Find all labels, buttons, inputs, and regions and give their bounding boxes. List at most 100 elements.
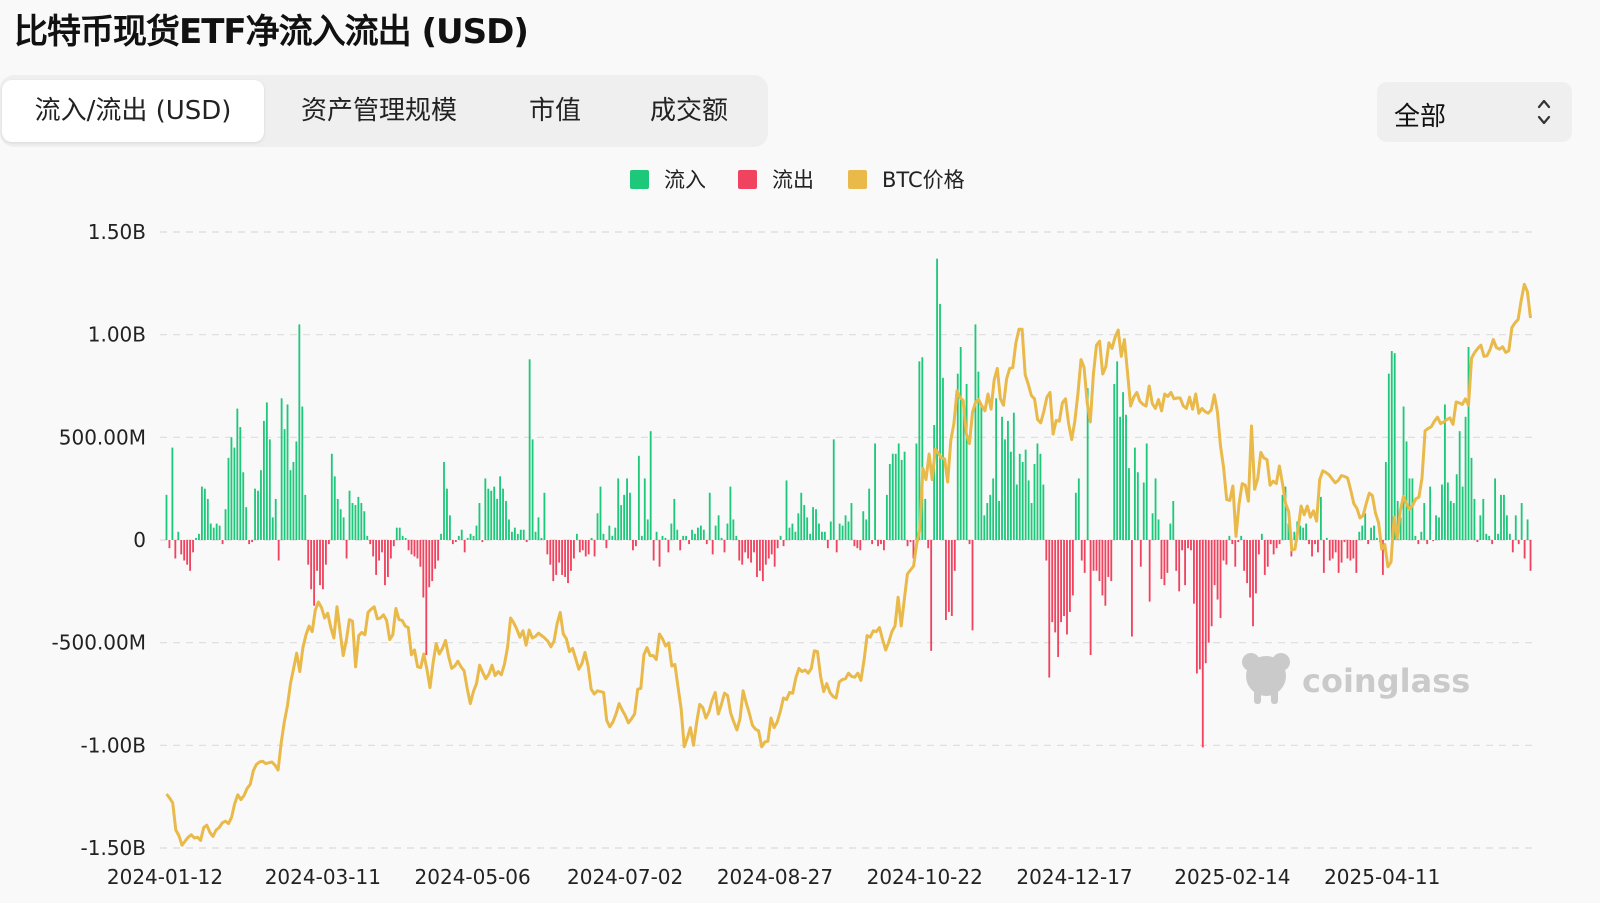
y-tick-label: -500.00M	[52, 631, 146, 655]
inflow-bar	[271, 517, 274, 540]
outflow-bar	[416, 540, 419, 559]
outflow-bar	[1160, 540, 1163, 580]
outflow-bar	[1249, 540, 1251, 598]
inflow-bar	[1485, 533, 1488, 540]
inflow-bar	[939, 303, 941, 540]
outflow-bar	[1198, 540, 1201, 670]
inflow-bar	[1151, 513, 1154, 540]
outflow-bar	[558, 540, 561, 563]
inflow-bar	[844, 515, 847, 540]
legend-item[interactable]: BTC价格	[848, 168, 965, 192]
outflow-bar	[1511, 540, 1514, 553]
inflow-bar	[516, 533, 519, 540]
outflow-bar	[578, 540, 581, 553]
outflow-bar	[764, 540, 767, 565]
outflow-bar	[419, 540, 422, 567]
inflow-bar	[575, 533, 578, 540]
inflow-bar	[1488, 535, 1491, 540]
inflow-bar	[868, 488, 871, 540]
legend-label: BTC价格	[882, 168, 965, 192]
inflow-bar	[1012, 412, 1015, 540]
x-tick-label: 2024-07-02	[567, 865, 683, 889]
outflow-bar	[425, 540, 428, 655]
inflow-bar	[685, 535, 688, 540]
inflow-bar	[800, 492, 803, 540]
inflow-bar	[620, 505, 623, 540]
outflow-bar	[1243, 540, 1246, 571]
inflow-bar	[274, 498, 277, 540]
inflow-bar	[268, 439, 271, 540]
outflow-bar	[744, 540, 747, 553]
inflow-bar	[360, 503, 363, 540]
inflow-bar	[735, 535, 738, 540]
inflow-bar	[354, 505, 357, 540]
y-tick-label: -1.00B	[81, 733, 146, 757]
inflow-bar	[295, 441, 298, 540]
inflow-bar	[342, 517, 345, 540]
outflow-bar	[552, 540, 555, 582]
outflow-bar	[667, 540, 670, 553]
outflow-bar	[1092, 540, 1095, 571]
inflow-bar	[1172, 500, 1175, 540]
inflow-bar	[401, 535, 404, 540]
outflow-bar	[1216, 540, 1219, 600]
inflow-bar	[847, 521, 850, 540]
inflow-bar	[865, 519, 868, 540]
legend-item[interactable]: 流入	[630, 168, 706, 192]
outflow-bar	[410, 540, 413, 555]
inflow-bar	[629, 492, 631, 540]
inflow-bar	[1414, 535, 1417, 540]
inflow-bar	[366, 535, 369, 540]
inflow-bar	[292, 461, 295, 540]
inflow-bar	[165, 494, 168, 540]
outflow-bar	[1222, 540, 1225, 561]
inflow-bar	[894, 453, 897, 540]
outflow-bar	[389, 540, 392, 559]
outflow-bar	[431, 540, 434, 582]
outflow-bar	[1060, 540, 1062, 623]
outflow-bar	[183, 540, 186, 561]
legend-item[interactable]: 流出	[738, 168, 814, 192]
outflow-bar	[1337, 540, 1340, 573]
inflow-bar	[449, 515, 451, 540]
inflow-bar	[540, 537, 543, 540]
inflow-bar	[959, 346, 962, 540]
inflow-bar	[543, 492, 546, 540]
x-tick-label: 2024-10-22	[867, 865, 983, 889]
inflow-bar	[239, 427, 242, 540]
outflow-bar	[248, 540, 251, 545]
inflow-bar	[1446, 482, 1449, 540]
inflow-bar	[1021, 461, 1024, 540]
outflow-bar	[1311, 540, 1313, 557]
inflow-bar	[171, 447, 174, 540]
inflow-bar	[1508, 533, 1511, 540]
outflow-bar	[573, 540, 575, 559]
inflow-bar	[649, 431, 652, 540]
outflow-bar	[567, 540, 569, 584]
inflow-bar	[614, 527, 617, 540]
inflow-bar	[531, 439, 534, 540]
outflow-bar	[1340, 540, 1343, 563]
inflow-bar	[1122, 392, 1124, 540]
inflow-bar	[850, 503, 853, 540]
inflow-bar	[812, 507, 814, 540]
outflow-bar	[1275, 540, 1278, 549]
outflow-bar	[1349, 540, 1352, 561]
outflow-bar	[1263, 540, 1266, 575]
inflow-bar	[262, 420, 265, 540]
outflow-bar	[1269, 540, 1272, 545]
inflow-bar	[330, 453, 333, 540]
legend-label: 流出	[772, 168, 814, 192]
outflow-bar	[1178, 540, 1181, 592]
outflow-bar	[307, 540, 310, 565]
legend-label: 流入	[664, 168, 706, 192]
outflow-bar	[871, 540, 874, 545]
inflow-bar	[1420, 531, 1423, 540]
outflow-bar	[1334, 540, 1337, 553]
inflow-bar	[998, 500, 1000, 540]
outflow-bar	[1432, 540, 1435, 542]
outflow-bar	[168, 540, 171, 549]
outflow-bar	[481, 540, 484, 543]
outflow-bar	[325, 540, 327, 565]
inflow-bar	[1429, 486, 1432, 540]
